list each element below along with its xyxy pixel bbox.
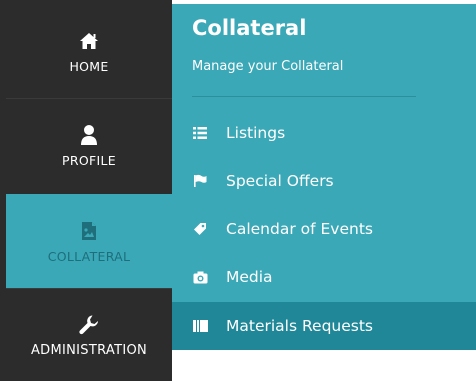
nav-label-profile: PROFILE <box>62 153 116 168</box>
menu-item-media[interactable]: Media <box>172 253 476 301</box>
menu-item-materials-requests[interactable]: Materials Requests <box>172 302 476 350</box>
app: HOME PROFILE COLLATERAL ADMINISTRATION C… <box>0 0 476 381</box>
nav-label-home: HOME <box>69 58 109 74</box>
nav-item-administration[interactable]: ADMINISTRATION <box>6 288 172 381</box>
camera-icon <box>192 269 208 285</box>
wrench-icon <box>77 313 101 337</box>
nav-item-home[interactable]: HOME <box>6 4 172 98</box>
tag-icon <box>192 221 208 237</box>
menu-item-special-offers[interactable]: Special Offers <box>172 157 476 205</box>
list-icon <box>192 125 208 141</box>
menu-label-media: Media <box>226 268 273 286</box>
menu-item-calendar-of-events[interactable]: Calendar of Events <box>172 205 476 253</box>
collateral-panel: Collateral Manage your Collateral Listin… <box>172 4 476 350</box>
user-icon <box>77 123 101 147</box>
nav-item-profile[interactable]: PROFILE <box>6 98 172 192</box>
menu-label-calendar-of-events: Calendar of Events <box>226 220 373 238</box>
home-icon <box>77 29 101 53</box>
nav-label-administration: ADMINISTRATION <box>30 342 148 358</box>
menu-label-special-offers: Special Offers <box>226 172 334 190</box>
nav-label-collateral: COLLATERAL <box>47 248 131 264</box>
menu-label-materials-requests: Materials Requests <box>226 317 374 335</box>
flag-icon <box>192 173 208 189</box>
book-icon <box>192 318 208 334</box>
page-subtitle: Manage your Collateral <box>192 59 344 74</box>
image-file-icon <box>77 219 101 243</box>
menu-item-listings[interactable]: Listings <box>172 109 476 157</box>
menu-label-listings: Listings <box>226 124 286 142</box>
sidebar-nav: HOME PROFILE COLLATERAL ADMINISTRATION <box>0 0 172 381</box>
nav-item-collateral[interactable]: COLLATERAL <box>6 194 172 288</box>
divider <box>192 96 416 97</box>
page-title: Collateral <box>192 16 307 40</box>
